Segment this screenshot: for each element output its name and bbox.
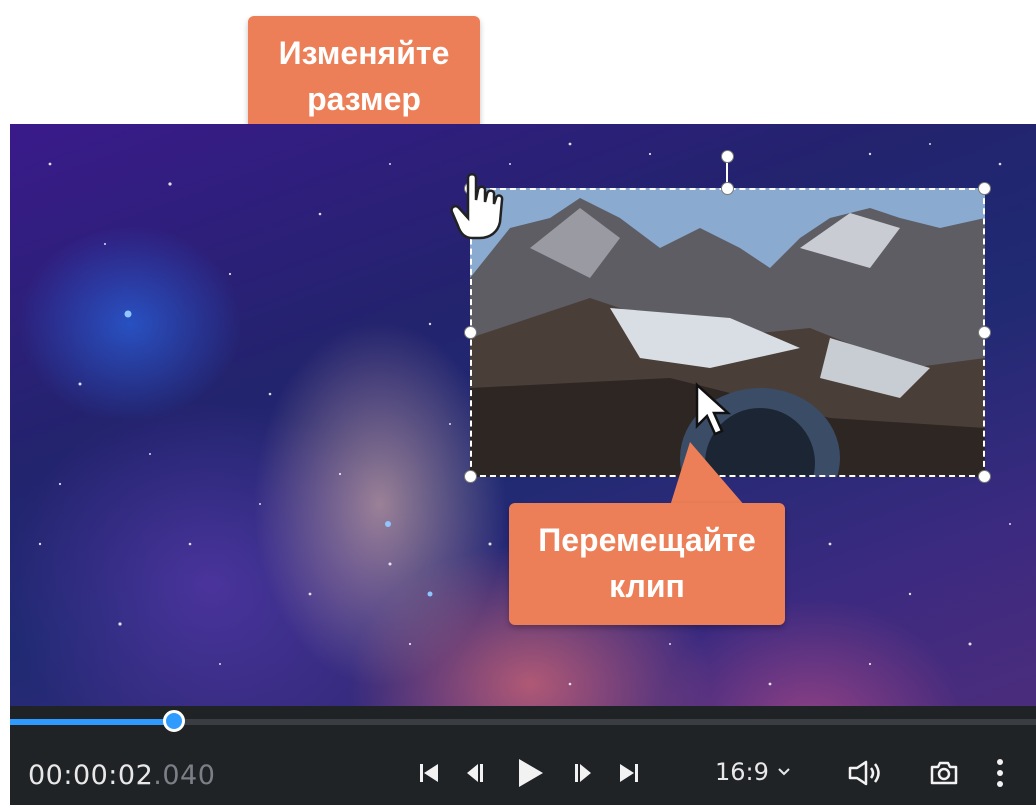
resize-handle-bottom-left[interactable] (464, 470, 477, 483)
move-callout-pointer (670, 442, 745, 506)
arrow-cursor-icon (695, 382, 732, 436)
resize-callout: Изменяйте размер (248, 16, 480, 140)
timecode-milliseconds: .040 (153, 760, 216, 791)
resize-callout-line2: размер (307, 81, 421, 117)
timecode-main: 00:00:02 (28, 760, 154, 791)
next-frame-button[interactable] (566, 754, 596, 792)
next-frame-icon (575, 764, 591, 782)
move-callout-line2: клип (609, 568, 685, 604)
play-icon (519, 759, 543, 787)
previous-frame-button[interactable] (462, 754, 492, 792)
aspect-ratio-dropdown[interactable]: 16:9 (715, 758, 791, 786)
seek-bar[interactable] (10, 710, 1036, 732)
video-player: 00:00:02.040 16:9 (10, 124, 1036, 805)
aspect-ratio-value: 16:9 (715, 758, 769, 786)
snapshot-button[interactable] (926, 754, 962, 792)
more-options-button[interactable] (988, 754, 1012, 792)
volume-icon (848, 760, 880, 786)
hand-cursor-icon (450, 173, 504, 240)
seek-thumb[interactable] (163, 710, 186, 732)
more-vertical-icon (997, 759, 1003, 787)
resize-handle-bottom-right[interactable] (978, 470, 991, 483)
skip-to-end-icon (620, 764, 638, 782)
rotate-handle[interactable] (721, 150, 734, 163)
skip-to-start-icon (420, 764, 438, 782)
chevron-down-icon (778, 768, 790, 776)
move-callout: Перемещайте клип (509, 503, 785, 625)
resize-handle-top-middle[interactable] (721, 182, 734, 195)
previous-frame-icon (467, 764, 483, 782)
skip-to-start-button[interactable] (414, 754, 444, 792)
seek-progress (10, 719, 175, 725)
resize-handle-middle-left[interactable] (464, 326, 477, 339)
move-callout-line1: Перемещайте (538, 522, 756, 558)
resize-handle-middle-right[interactable] (978, 326, 991, 339)
camera-icon (930, 761, 958, 785)
resize-callout-line1: Изменяйте (278, 35, 450, 71)
skip-to-end-button[interactable] (614, 754, 644, 792)
timecode-display: 00:00:02.040 (28, 760, 215, 791)
volume-button[interactable] (846, 754, 886, 792)
play-button[interactable] (512, 754, 548, 792)
resize-handle-top-right[interactable] (978, 182, 991, 195)
